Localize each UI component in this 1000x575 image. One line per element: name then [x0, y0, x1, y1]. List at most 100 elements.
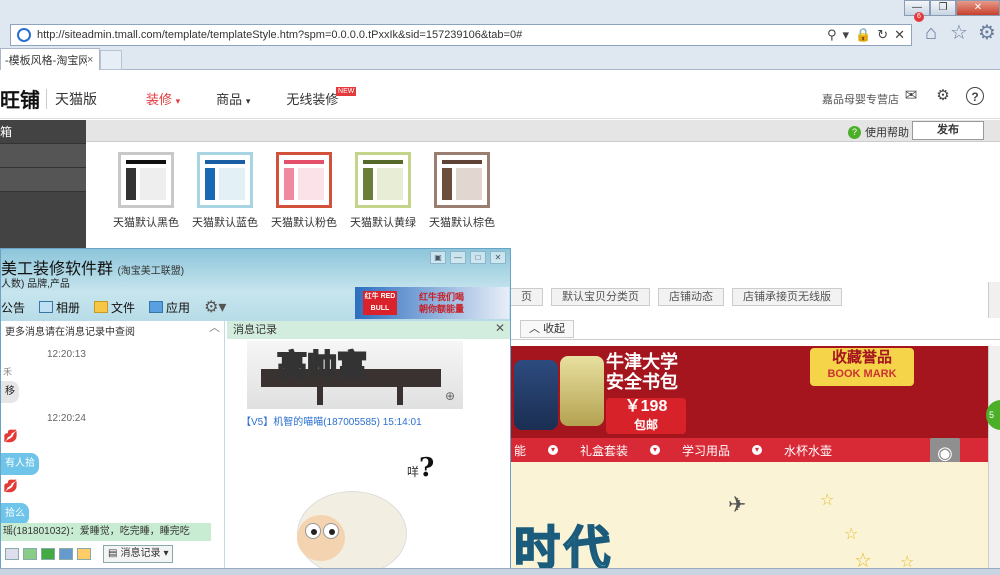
message-history-panel[interactable]: 消息记录 ✕ 高帅富 ⊕ 【V5】机智的喵喵(187005585) 15:14:…: [227, 321, 510, 574]
chevron-down-icon: ▾: [752, 445, 763, 455]
tab-close-icon[interactable]: ×: [87, 54, 99, 66]
page-tab-news[interactable]: 店铺动态: [658, 288, 724, 306]
qq-maximize-button[interactable]: □: [470, 251, 486, 264]
chat-timestamp: 12:20:24: [47, 413, 86, 424]
album-icon: [39, 301, 54, 313]
store-name[interactable]: 嘉品母婴专营店: [822, 91, 899, 107]
sidebar-item-0[interactable]: 箱: [0, 120, 86, 144]
history-image[interactable]: 高帅富: [247, 341, 463, 409]
scrollbar-right[interactable]: [988, 346, 1000, 575]
favorites-star-icon[interactable]: ☆: [948, 22, 970, 44]
collapse-button[interactable]: ︿ 收起: [520, 320, 575, 338]
lips-emoji-icon: 💋: [3, 429, 18, 443]
style-swatch: [355, 152, 411, 208]
help-circle-icon: ?: [848, 125, 861, 139]
sidebar: 箱: [0, 120, 86, 260]
close-note-icon[interactable]: ︿: [209, 319, 220, 335]
lock-icon[interactable]: 🔒: [855, 27, 871, 43]
style-option-blue[interactable]: 天猫默认蓝色: [185, 152, 265, 230]
new-badge: NEW: [336, 87, 357, 96]
restore-button[interactable]: ❐: [930, 0, 956, 16]
chat-last-message[interactable]: 瑶(181801032)：爱睡觉，吃完睡，睡完吃: [1, 523, 211, 541]
chat-sender: 禾: [3, 367, 13, 377]
sheep-sticker[interactable]: [287, 481, 417, 574]
page-tabs: 页 默认宝贝分类页 店铺动态 店铺承接页无线版: [510, 288, 1000, 308]
help-icon[interactable]: ?: [966, 87, 984, 105]
style-option-brown[interactable]: 天猫默认棕色: [422, 152, 502, 230]
history-close-icon[interactable]: ✕: [495, 321, 505, 335]
nav-products[interactable]: 商品 ▾: [216, 89, 250, 108]
message-record-button[interactable]: ▤ 消息记录 ▾: [103, 545, 174, 563]
emoji-icon[interactable]: [77, 548, 91, 560]
mail-count-badge: 6: [914, 12, 924, 22]
store-banner: 牛津大学 安全书包 ￥198 包邮 收藏誉品 BOOK MARK: [510, 346, 988, 438]
logo[interactable]: 旺铺: [0, 84, 40, 113]
home-icon[interactable]: ⌂: [920, 22, 942, 44]
store-nav-item[interactable]: 能: [514, 442, 526, 459]
search-icon[interactable]: ⚲: [827, 27, 837, 43]
store-nav-item[interactable]: 水杯水壶: [784, 442, 832, 459]
qq-tab-album[interactable]: 相册: [39, 299, 80, 316]
style-option-pink[interactable]: 天猫默认粉色: [264, 152, 344, 230]
style-option-black[interactable]: 天猫默认黑色: [106, 152, 186, 230]
screen-icon[interactable]: [59, 548, 73, 560]
style-label: 天猫默认黑色: [113, 217, 179, 229]
history-image-text: 高帅富: [276, 349, 368, 384]
nav-decorate[interactable]: 装修 ▾: [146, 89, 180, 108]
qq-tab-apps[interactable]: 应用: [149, 299, 190, 316]
mail-icon[interactable]: ✉: [902, 87, 920, 105]
hero-text: 时代: [513, 521, 614, 575]
image-icon[interactable]: [41, 548, 55, 560]
close-window-button[interactable]: ✕: [956, 0, 1000, 16]
hero-banner: 时代 ✈ ☆ ☆ ☆ ☆: [510, 462, 988, 575]
promo-title: 牛津大学 安全书包: [606, 352, 678, 392]
qq-tab-notice[interactable]: 公告: [1, 299, 25, 316]
tools-gear-icon[interactable]: ⚙: [976, 22, 998, 44]
qq-chat-panel[interactable]: 更多消息请在消息记录中查阅 ︿ 12:20:13 禾 移 12:20:24 💋 …: [1, 319, 225, 574]
dropdown-icon[interactable]: ▾: [842, 27, 849, 43]
store-nav-item[interactable]: 礼盒套装: [580, 442, 628, 459]
store-nav-item[interactable]: 学习用品: [682, 442, 730, 459]
settings-gear-icon[interactable]: ⚙: [934, 87, 952, 105]
qq-settings-gear-icon[interactable]: ⚙▾: [204, 297, 226, 317]
help-link[interactable]: ? 使用帮助: [848, 124, 909, 140]
sidebar-item-2[interactable]: [0, 168, 86, 192]
page-tab-category[interactable]: 默认宝贝分类页: [551, 288, 650, 306]
scrollbar-upper[interactable]: [988, 282, 1000, 322]
qq-menu-button[interactable]: ▣: [430, 251, 446, 264]
style-swatch: [434, 152, 490, 208]
style-swatch: [197, 152, 253, 208]
url-text[interactable]: http://siteadmin.tmall.com/template/temp…: [37, 29, 827, 41]
store-nav: 能 ▾ 礼盒套装 ▾ 学习用品 ▾ 水杯水壶: [510, 438, 988, 462]
stop-icon[interactable]: ✕: [894, 27, 905, 43]
bag-image: [514, 360, 558, 430]
qq-ad-banner[interactable]: 红牛 RED BULL 红牛我们喝 朝你额能量: [355, 287, 509, 319]
main-nav: 装修 ▾ 商品 ▾ 无线装修 NEW: [146, 87, 357, 108]
page-tab-0[interactable]: 页: [510, 288, 543, 306]
star-icon: ☆: [844, 526, 859, 543]
page-tab-mobile-landing[interactable]: 店铺承接页无线版: [732, 288, 842, 306]
style-option-yellow-green[interactable]: 天猫默认黄绿: [343, 152, 423, 230]
chat-timestamp: 12:20:13: [47, 349, 86, 360]
qq-minimize-button[interactable]: —: [450, 251, 466, 264]
chevron-down-icon: ▾: [548, 445, 559, 455]
publish-button[interactable]: 发布: [912, 121, 984, 140]
address-bar[interactable]: http://siteadmin.tmall.com/template/temp…: [10, 24, 912, 46]
screenshot-icon[interactable]: [5, 548, 19, 560]
taskbar: [0, 568, 1000, 575]
qq-tab-files[interactable]: 文件: [94, 299, 135, 316]
nav-mobile-decorate[interactable]: 无线装修 NEW: [286, 87, 357, 108]
file-icon[interactable]: [23, 548, 37, 560]
chat-bubble: 拾么: [1, 503, 29, 525]
style-label: 天猫默认蓝色: [192, 217, 258, 229]
new-tab-button[interactable]: [100, 50, 122, 70]
history-sender: 【V5】机智的喵喵(187005585) 15:14:01: [241, 417, 422, 428]
sidebar-item-1[interactable]: [0, 144, 86, 168]
qq-close-button[interactable]: ✕: [490, 251, 506, 264]
history-header: 消息记录: [227, 321, 510, 339]
refresh-icon[interactable]: ↻: [877, 27, 888, 43]
bookmark-badge[interactable]: 收藏誉品 BOOK MARK: [810, 348, 914, 386]
browser-tab[interactable]: -模板风格-淘宝网 ×: [0, 48, 100, 70]
zoom-icon[interactable]: ⊕: [445, 389, 455, 403]
logo-subtitle: 天猫版: [46, 89, 97, 109]
